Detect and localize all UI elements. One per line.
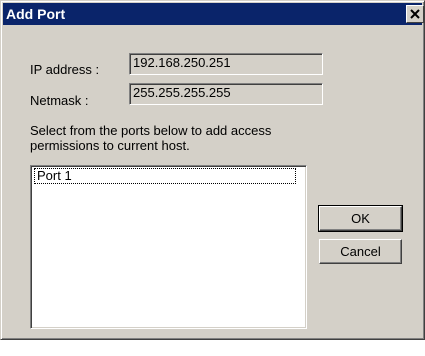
- ip-address-field[interactable]: 192.168.250.251: [129, 53, 323, 75]
- close-icon: [410, 9, 420, 19]
- netmask-label: Netmask :: [30, 93, 89, 108]
- ok-button[interactable]: OK: [318, 205, 403, 232]
- netmask-field[interactable]: 255.255.255.255: [129, 83, 323, 105]
- instruction-text: Select from the ports below to add acces…: [30, 123, 272, 153]
- title-bar[interactable]: Add Port: [3, 3, 424, 25]
- ip-address-label: IP address :: [30, 62, 100, 77]
- cancel-button[interactable]: Cancel: [319, 239, 402, 264]
- dialog-title: Add Port: [6, 6, 66, 22]
- add-port-dialog: Add Port IP address : 192.168.250.251 Ne…: [0, 0, 425, 340]
- port-label: Port 1: [37, 168, 72, 183]
- port-listbox[interactable]: Port 1: [30, 165, 307, 329]
- close-button[interactable]: [406, 5, 424, 23]
- list-item-port-1[interactable]: Port 1: [34, 168, 296, 184]
